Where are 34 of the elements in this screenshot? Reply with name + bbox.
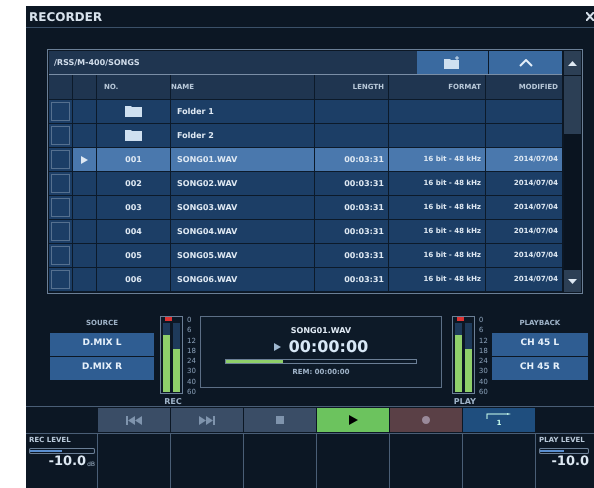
file-length: 00:03:31 — [344, 202, 384, 214]
file-name: SONG04.WAV — [171, 220, 315, 243]
source-button[interactable]: D.MIX L — [50, 332, 154, 356]
file-name: SONG03.WAV — [171, 196, 315, 219]
current-file: SONG01.WAV — [290, 325, 352, 337]
file-length: 00:03:31 — [344, 178, 384, 190]
file-number: 003 — [125, 202, 142, 214]
file-name: Folder 2 — [171, 124, 315, 147]
file-number: 005 — [125, 250, 142, 262]
file-length: 00:03:31 — [344, 250, 384, 262]
source-button[interactable]: D.MIX R — [50, 356, 154, 380]
file-name: Folder 1 — [171, 100, 315, 123]
file-row[interactable]: Folder 1 — [49, 100, 562, 124]
file-length: 00:03:31 — [344, 274, 384, 286]
file-name: SONG06.WAV — [171, 268, 315, 291]
file-name: SONG05.WAV — [171, 244, 315, 267]
meter-label: REC — [164, 396, 182, 408]
file-length: 00:03:31 — [344, 154, 384, 166]
meter-label: PLAY — [454, 396, 476, 408]
file-number: 006 — [125, 274, 142, 286]
folder-path: /RSS/M-400/SONGS — [53, 56, 141, 68]
file-number: 002 — [125, 178, 142, 190]
playback-button[interactable]: CH 45 R — [492, 356, 588, 380]
file-name: SONG02.WAV — [171, 172, 315, 195]
level-value: -10.0 — [48, 454, 86, 469]
file-length: 00:03:31 — [344, 226, 384, 238]
file-row[interactable]: Folder 2 — [49, 124, 562, 148]
file-number: 001 — [125, 154, 142, 166]
window-title: RECORDER — [29, 8, 102, 26]
file-number: 004 — [125, 226, 142, 238]
level-value: -10.0 — [552, 454, 589, 469]
time-counter: 00:00:00 — [288, 337, 368, 357]
playback-button[interactable]: CH 45 L — [492, 332, 588, 356]
file-name: SONG01.WAV — [171, 148, 315, 171]
